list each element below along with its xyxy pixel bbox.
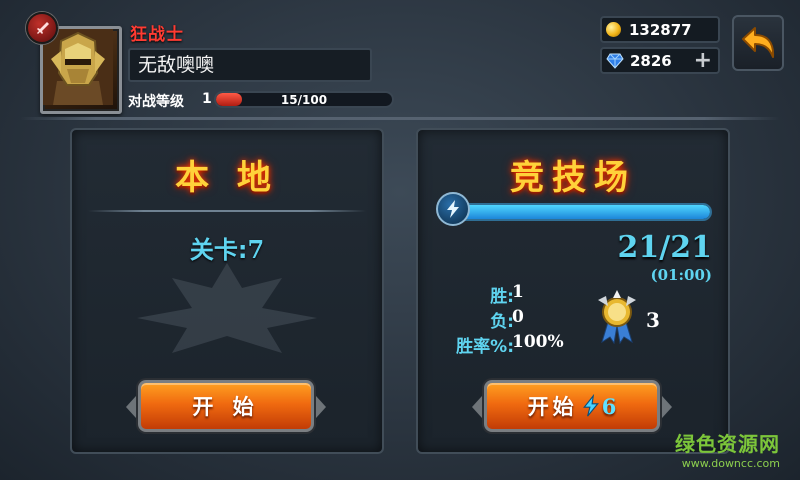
arena-energy-count: 21/21 bbox=[617, 230, 712, 265]
local-start-right-arrow bbox=[316, 396, 326, 418]
energy-badge bbox=[436, 192, 470, 226]
battle-level-value: 1 bbox=[202, 91, 212, 107]
arena-start-cost: 6 bbox=[601, 393, 617, 419]
gem-counter: 2826 + bbox=[600, 47, 720, 74]
arena-start-label: 开始 bbox=[527, 395, 578, 419]
arena-rank-value: 3 bbox=[646, 308, 660, 332]
losses-value: 0 bbox=[512, 307, 524, 327]
arena-start-button[interactable]: 开始 6 bbox=[484, 380, 660, 432]
watermark-url: www.downcc.com bbox=[681, 457, 780, 470]
arena-energy-bar bbox=[448, 203, 712, 221]
blue-gem-icon bbox=[606, 53, 624, 69]
gold-counter: 132877 bbox=[600, 16, 720, 43]
arena-mode-panel: 竞技场 21/21 (01:00) 胜: 1 负: 0 胜率%: 100% 3 … bbox=[416, 128, 730, 454]
local-title-divider bbox=[88, 210, 366, 212]
site-watermark: 绿色资源网 www.downcc.com bbox=[675, 428, 780, 470]
arena-start-right-arrow bbox=[662, 396, 672, 418]
watermark-title: 绿色资源网 bbox=[675, 432, 780, 456]
wins-value: 1 bbox=[512, 282, 524, 302]
class-badge[interactable] bbox=[26, 12, 58, 44]
add-gems-button[interactable]: + bbox=[694, 49, 712, 72]
arena-mode-title: 竞技场 bbox=[510, 158, 636, 198]
exp-progress-bar: 15/100 bbox=[214, 91, 394, 108]
lightning-icon bbox=[582, 394, 599, 417]
back-button[interactable] bbox=[732, 15, 784, 71]
winrate-label: 胜率%: bbox=[456, 337, 514, 357]
back-arrow-icon bbox=[742, 27, 775, 58]
sword-badge-icon bbox=[37, 22, 49, 34]
lightning-icon bbox=[447, 200, 459, 218]
local-start-left-arrow bbox=[126, 396, 136, 418]
rank-medal-icon bbox=[598, 290, 636, 344]
local-mode-title: 本 地 bbox=[175, 158, 279, 198]
gem-amount: 2826 bbox=[630, 51, 672, 70]
winrate-value: 100% bbox=[512, 332, 564, 352]
player-name-field[interactable]: 无敌噢噢 bbox=[128, 48, 372, 82]
local-mode-panel: 本 地 关卡:7 开 始 bbox=[70, 128, 384, 454]
gold-coin-icon bbox=[606, 22, 621, 37]
battle-level-label: 对战等级 bbox=[128, 94, 184, 110]
wins-label: 胜: bbox=[490, 287, 514, 307]
arena-start-left-arrow bbox=[472, 396, 482, 418]
header-divider bbox=[20, 117, 780, 120]
losses-label: 负: bbox=[490, 312, 514, 332]
hero-class-name: 狂战士 bbox=[130, 25, 184, 45]
gold-amount: 132877 bbox=[629, 20, 692, 39]
local-start-button[interactable]: 开 始 bbox=[138, 380, 314, 432]
arena-energy-fill bbox=[450, 205, 710, 219]
arena-energy-timer: (01:00) bbox=[650, 266, 712, 284]
exp-progress-text: 15/100 bbox=[280, 93, 328, 107]
faction-emblem-icon bbox=[137, 263, 317, 353]
